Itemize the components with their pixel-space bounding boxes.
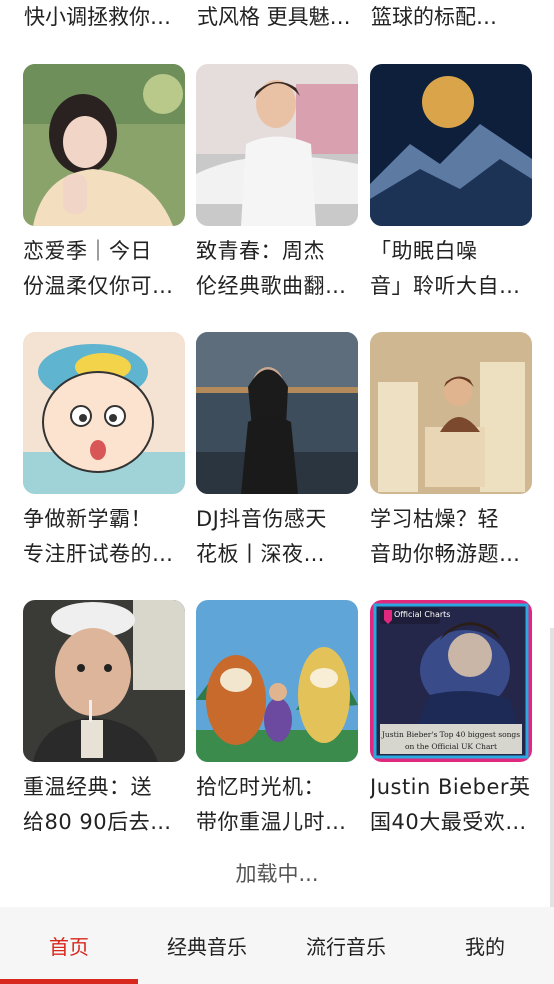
tab-label: 流行音乐	[306, 935, 386, 959]
loading-indicator: 加载中...	[235, 862, 319, 886]
playlist-title[interactable]: Justin Bieber英 国40大最受欢…	[370, 770, 532, 840]
playlist-title[interactable]: 拾忆时光机： 带你重温儿时…	[196, 770, 358, 840]
previous-row: 快小调拯救你… 式风格 更具魅… 篮球的标配…	[0, 0, 554, 40]
cartoon-boy-image[interactable]	[23, 332, 185, 494]
cover-caption-line1: Justin Bieber's Top 40 biggest songs	[381, 730, 521, 739]
playlist-title[interactable]: 争做新学霸！ 专注肝试卷的…	[23, 502, 185, 572]
tab-label: 我的	[465, 935, 505, 959]
tab-mine[interactable]: 我的	[416, 907, 554, 984]
playlist-title[interactable]: 致青春：周杰 伦经典歌曲翻…	[196, 234, 358, 304]
night-woman-image[interactable]	[196, 332, 358, 494]
cover-caption-line2: on the Official UK Chart	[404, 742, 498, 751]
study-books-image[interactable]	[370, 332, 532, 494]
singer-car-image[interactable]	[196, 64, 358, 226]
tab-classic-music[interactable]: 经典音乐	[138, 907, 276, 984]
tab-pop-music[interactable]: 流行音乐	[277, 907, 415, 984]
girl-portrait-image[interactable]	[23, 64, 185, 226]
moon-mountain-image[interactable]	[370, 64, 532, 226]
cartoon-bears-image[interactable]	[196, 600, 358, 762]
playlist-title[interactable]: 恋爱季｜今日 份温柔仅你可…	[23, 234, 185, 304]
playlist-title[interactable]: 学习枯燥？轻 音助你畅游题…	[370, 502, 532, 572]
tab-home[interactable]: 首页	[0, 907, 138, 984]
playlist-title[interactable]: 「助眠白噪 音」聆听大自…	[370, 234, 532, 304]
man-drink-image[interactable]	[23, 600, 185, 762]
official-charts-badge: Official Charts	[394, 610, 451, 619]
tab-label: 经典音乐	[167, 935, 247, 959]
playlist-title[interactable]: DJ抖音伤感天 花板丨深夜…	[196, 502, 358, 572]
playlist-title[interactable]: 快小调拯救你…	[24, 2, 184, 32]
official-charts-image[interactable]: Official Charts Justin Bieber's Top 40 b…	[370, 600, 532, 762]
playlist-title[interactable]: 重温经典：送 给80 90后去…	[23, 770, 185, 840]
playlist-title[interactable]: 式风格 更具魅…	[197, 2, 357, 32]
scrollbar[interactable]	[550, 628, 554, 908]
bottom-tab-bar: 首页 经典音乐 流行音乐 我的	[0, 907, 554, 984]
playlist-title[interactable]: 篮球的标配…	[371, 2, 531, 32]
active-tab-indicator	[0, 979, 138, 984]
tab-label: 首页	[49, 935, 89, 959]
